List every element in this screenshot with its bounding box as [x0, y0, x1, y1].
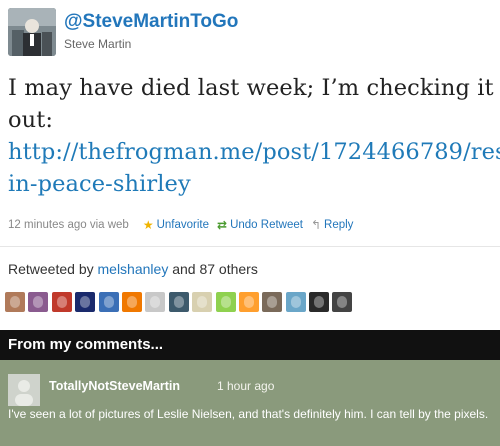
avatar-detail	[314, 296, 325, 308]
avatar-detail	[243, 296, 254, 308]
retweeter-avatar[interactable]	[192, 292, 213, 312]
user-name: Steve Martin	[64, 37, 132, 51]
retweeter-avatar[interactable]	[309, 292, 330, 312]
retweeter-avatar[interactable]	[51, 292, 72, 312]
comment-text: I've seen a lot of pictures of Leslie Ni…	[8, 407, 489, 421]
retweeter-avatar[interactable]	[332, 292, 353, 312]
tweet-link[interactable]: http://thefrogman.me/post/1724466789/res…	[8, 139, 500, 197]
retweeter-avatar[interactable]	[262, 292, 283, 312]
retweeter-avatar[interactable]	[238, 292, 259, 312]
comments-header: From my comments...	[0, 330, 500, 360]
retweeted-by-prefix: Retweeted by	[8, 261, 98, 277]
tweet-body: I may have died last week; I’m checking …	[8, 75, 494, 133]
profile-avatar[interactable]	[8, 8, 56, 56]
avatar-detail	[290, 296, 301, 308]
retweeted-by: Retweeted by melshanley and 87 others	[8, 261, 258, 277]
avatar-detail	[56, 296, 67, 308]
avatar-detail	[126, 296, 137, 308]
commenter-name[interactable]: TotallyNotSteveMartin	[49, 379, 180, 393]
retweeter-avatar[interactable]	[75, 292, 96, 312]
tweet-timestamp[interactable]: 12 minutes ago via web	[8, 219, 129, 231]
retweeter-avatar[interactable]	[121, 292, 142, 312]
avatar-detail	[103, 296, 114, 308]
avatar-detail	[337, 296, 348, 308]
unfavorite-label: Unfavorite	[156, 219, 210, 231]
avatar-detail	[150, 296, 161, 308]
retweeter-avatar[interactable]	[215, 292, 236, 312]
retweeter-avatars	[5, 292, 356, 312]
reply-label: Reply	[324, 219, 354, 231]
retweeter-avatar[interactable]	[285, 292, 306, 312]
avatar-detail	[33, 296, 44, 308]
avatar-detail	[80, 296, 91, 308]
commenter-avatar[interactable]	[8, 374, 40, 406]
retweeter-avatar[interactable]	[28, 292, 49, 312]
retweeter-avatar[interactable]	[5, 292, 25, 312]
comments-title: From my comments...	[8, 336, 164, 353]
retweeter-avatar[interactable]	[98, 292, 119, 312]
unfavorite-button[interactable]: ★ Unfavorite	[143, 219, 209, 231]
reply-button[interactable]: ↰ Reply	[311, 219, 353, 231]
avatar-detail	[197, 296, 208, 308]
tweet-text: I may have died last week; I’m checking …	[8, 72, 500, 200]
retweeter-avatar[interactable]	[168, 292, 189, 312]
reply-arrow-icon: ↰	[310, 218, 322, 232]
retweeter-avatar[interactable]	[145, 292, 166, 312]
avatar-detail	[10, 296, 20, 308]
tweet-meta: 12 minutes ago via web ★ Unfavorite ⇄ Un…	[8, 219, 498, 231]
undo-retweet-label: Undo Retweet	[230, 219, 303, 231]
retweet-icon: ⇄	[217, 218, 228, 232]
avatar-detail	[220, 296, 231, 308]
retweeted-by-suffix: and 87 others	[168, 261, 258, 277]
undo-retweet-button[interactable]: ⇄ Undo Retweet	[217, 219, 303, 231]
tweet-header: @SteveMartinToGo Steve Martin	[8, 8, 488, 56]
divider	[0, 246, 500, 247]
star-icon: ★	[142, 218, 154, 232]
comment-timestamp: 1 hour ago	[217, 379, 275, 393]
user-handle[interactable]: @SteveMartinToGo	[64, 11, 238, 33]
avatar-detail	[173, 296, 184, 308]
avatar-detail	[267, 296, 278, 308]
retweeter-link[interactable]: melshanley	[98, 261, 169, 277]
comment-item: TotallyNotSteveMartin 1 hour ago I've se…	[0, 360, 500, 446]
